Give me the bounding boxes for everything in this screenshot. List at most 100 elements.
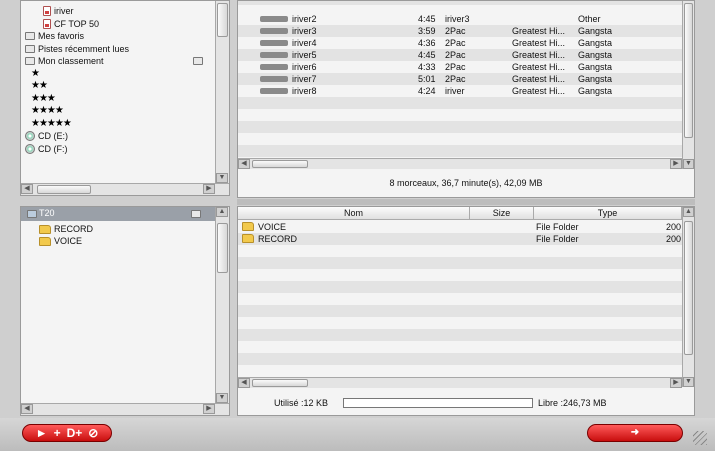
- track-genre: Gangsta: [578, 62, 613, 72]
- playlist-icon: [43, 18, 51, 29]
- scroll-right-arrow[interactable]: ▶: [670, 378, 682, 388]
- tree-item[interactable]: ★★★★: [31, 105, 64, 117]
- file-list-hscroll[interactable]: ◀ ▶: [238, 377, 682, 388]
- tree-item[interactable]: Mes favoris: [25, 30, 84, 42]
- table-row[interactable]: iriver8 4:24 iriver Greatest Hi... Gangsta: [238, 85, 682, 97]
- scroll-left-arrow[interactable]: ◀: [21, 404, 33, 414]
- tree-item[interactable]: ★★: [31, 80, 48, 92]
- track-list-vscroll[interactable]: ▼: [682, 1, 694, 169]
- track-title: iriver3: [292, 26, 317, 36]
- track-title: iriver2: [292, 14, 317, 24]
- scroll-down-arrow[interactable]: ▼: [216, 173, 228, 183]
- library-tree-hscroll[interactable]: ◀ ▶: [21, 183, 229, 195]
- tree-item[interactable]: ★★★★★: [31, 118, 72, 130]
- column-header-size[interactable]: Size: [470, 207, 534, 220]
- device-tree-item[interactable]: RECORD: [39, 223, 93, 235]
- transfer-button[interactable]: ➜: [587, 424, 683, 442]
- folder-icon: [25, 57, 35, 65]
- add-icon[interactable]: +: [54, 425, 61, 441]
- track-time: 4:45: [418, 50, 436, 60]
- track-list-vscroll-thumb[interactable]: [684, 3, 693, 138]
- scroll-left-arrow[interactable]: ◀: [238, 159, 250, 169]
- table-row[interactable]: iriver3 3:59 2Pac Greatest Hi... Gangsta: [238, 25, 682, 37]
- play-icon[interactable]: ►: [36, 425, 48, 441]
- folder-icon: [39, 236, 51, 246]
- tree-item[interactable]: iriver: [43, 5, 74, 17]
- track-album: Greatest Hi...: [512, 86, 566, 96]
- track-list-panel: iriver2 4:45 iriver3 Other iriver3 3:59 2Pac Gr…: [237, 0, 695, 198]
- scroll-left-arrow[interactable]: ◀: [21, 184, 33, 194]
- table-row[interactable]: [238, 1, 682, 5]
- track-time: 4:33: [418, 62, 436, 72]
- track-genre: Gangsta: [578, 86, 613, 96]
- file-format-badge: [260, 52, 288, 58]
- tree-item-label: ★: [31, 67, 40, 79]
- tree-item-label: ★★: [31, 80, 48, 91]
- storage-used-label: Utilisé :12 KB: [274, 398, 329, 408]
- tree-item-label: CF TOP 50: [54, 18, 100, 29]
- library-tree-vscroll-thumb[interactable]: [217, 3, 228, 37]
- scroll-right-arrow[interactable]: ▶: [670, 159, 682, 169]
- library-tree-hscroll-thumb[interactable]: [37, 185, 91, 194]
- track-album: Greatest Hi...: [512, 38, 566, 48]
- track-title: iriver7: [292, 74, 317, 84]
- track-list-hscroll-thumb[interactable]: [252, 160, 308, 168]
- device-tree-vscroll[interactable]: ▲ ▼: [215, 207, 229, 403]
- pane-splitter[interactable]: [237, 199, 695, 205]
- scroll-down-arrow[interactable]: ▼: [683, 159, 694, 169]
- file-type: File Folder: [536, 234, 579, 244]
- track-genre: Gangsta: [578, 38, 613, 48]
- table-row[interactable]: iriver2 4:45 iriver3 Other: [238, 13, 682, 25]
- table-row[interactable]: VOICE File Folder 200: [238, 221, 682, 233]
- scroll-up-arrow[interactable]: ▲: [683, 207, 694, 217]
- tree-item[interactable]: CF TOP 50: [43, 18, 99, 30]
- table-row[interactable]: iriver6 4:33 2Pac Greatest Hi... Gangsta: [238, 61, 682, 73]
- device-tree-vscroll-thumb[interactable]: [217, 223, 228, 273]
- tree-item-label: iriver: [54, 6, 74, 16]
- scroll-down-arrow[interactable]: ▼: [683, 377, 694, 387]
- track-time: 4:45: [418, 14, 436, 24]
- tree-item[interactable]: ★★★: [31, 93, 56, 105]
- device-tree-hscroll[interactable]: ◀ ▶: [21, 403, 229, 415]
- scroll-left-arrow[interactable]: ◀: [238, 378, 250, 388]
- empty-row: [238, 317, 682, 329]
- scroll-right-arrow[interactable]: ▶: [203, 184, 215, 194]
- scroll-right-arrow[interactable]: ▶: [203, 404, 215, 414]
- track-list: iriver2 4:45 iriver3 Other iriver3 3:59 2Pac Gr…: [238, 1, 682, 158]
- resize-grip-icon[interactable]: [693, 431, 707, 445]
- table-row[interactable]: iriver4 4:36 2Pac Greatest Hi... Gangsta: [238, 37, 682, 49]
- device-tree-item-label: RECORD: [54, 224, 94, 234]
- tree-item[interactable]: Mon classement: [25, 55, 104, 67]
- file-list-vscroll[interactable]: ▲ ▼: [682, 207, 694, 387]
- add-file-icon[interactable]: D+: [67, 425, 83, 441]
- clear-icon[interactable]: ⊘: [88, 425, 98, 441]
- storage-bar: [343, 398, 533, 408]
- table-row[interactable]: iriver5 4:45 2Pac Greatest Hi... Gangsta: [238, 49, 682, 61]
- tree-item[interactable]: Pistes récemment lues: [25, 43, 129, 55]
- table-row[interactable]: iriver7 5:01 2Pac Greatest Hi... Gangsta: [238, 73, 682, 85]
- scroll-down-arrow[interactable]: ▼: [216, 393, 228, 403]
- empty-row: [238, 121, 682, 133]
- tree-item[interactable]: ★: [31, 67, 40, 80]
- column-header-type[interactable]: Type: [534, 207, 682, 220]
- tree-item[interactable]: CD (F:): [25, 143, 68, 155]
- folder-icon: [242, 222, 254, 231]
- cd-icon: [25, 143, 35, 154]
- track-list-hscroll[interactable]: ◀ ▶: [238, 158, 682, 169]
- folder-icon: [25, 44, 35, 53]
- device-root-row[interactable]: T20: [21, 207, 215, 221]
- library-tree-vscroll[interactable]: ▼: [215, 1, 229, 183]
- table-row[interactable]: RECORD File Folder 200: [238, 233, 682, 245]
- playlist-actions-button[interactable]: ► + D+ ⊘: [22, 424, 112, 442]
- device-icon: [27, 210, 37, 218]
- column-header-name[interactable]: Nom: [238, 207, 470, 220]
- device-tree-item[interactable]: VOICE: [39, 235, 82, 247]
- file-list-vscroll-thumb[interactable]: [684, 221, 693, 355]
- tree-item[interactable]: CD (E:): [25, 130, 68, 142]
- track-album: Greatest Hi...: [512, 74, 566, 84]
- file-list-hscroll-thumb[interactable]: [252, 379, 308, 387]
- collapse-icon[interactable]: [191, 210, 201, 218]
- storage-free-label: Libre :246,73 MB: [538, 398, 607, 408]
- collapse-icon[interactable]: [193, 57, 203, 65]
- scroll-up-arrow[interactable]: ▲: [216, 207, 228, 217]
